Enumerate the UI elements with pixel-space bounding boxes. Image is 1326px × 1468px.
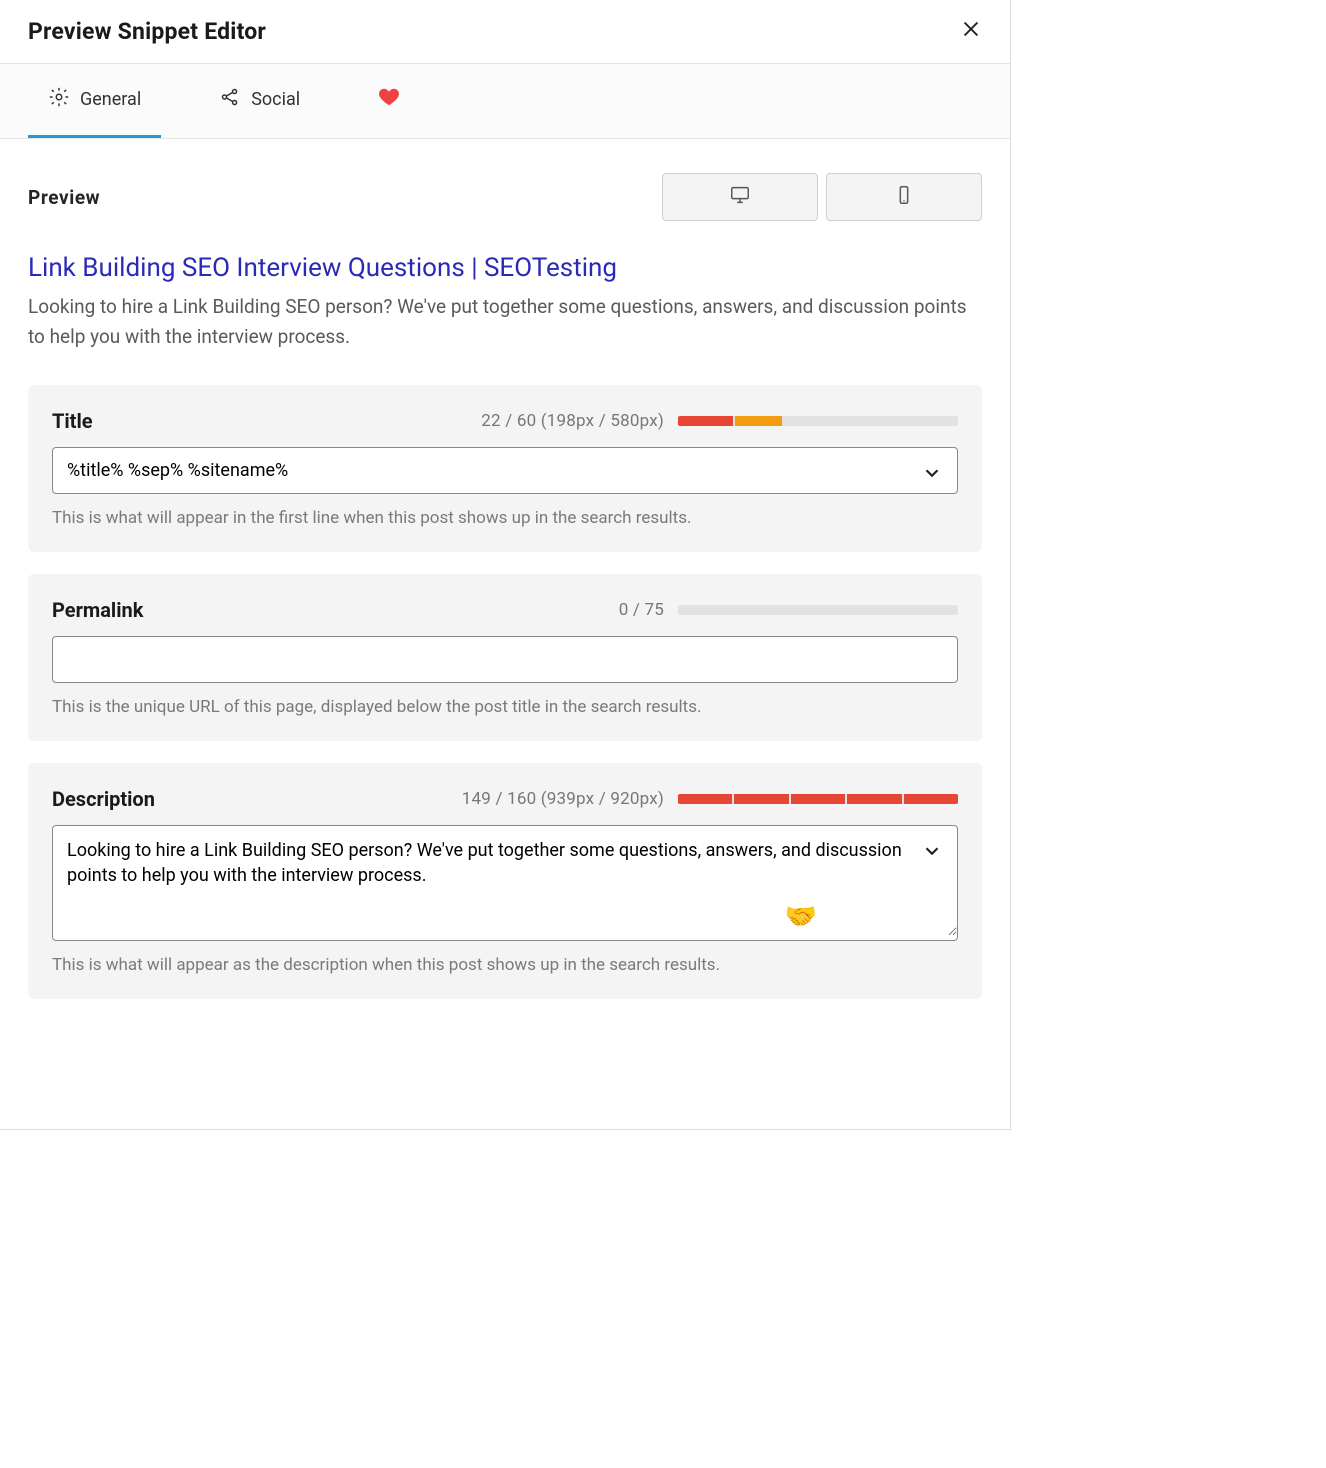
- chevron-down-icon[interactable]: [921, 840, 943, 862]
- description-bar-seg: [904, 794, 958, 804]
- permalink-field-label: Permalink: [52, 598, 143, 622]
- permalink-counter: 0 / 75: [619, 600, 664, 620]
- share-icon: [219, 86, 241, 113]
- gear-icon: [48, 86, 70, 113]
- title-bar-orange: [735, 416, 782, 426]
- title-panel: Title 22 / 60 (198px / 580px) This is wh…: [28, 385, 982, 552]
- tab-social[interactable]: Social: [199, 64, 320, 138]
- description-bar-seg: [791, 794, 845, 804]
- chevron-down-icon[interactable]: [921, 462, 943, 484]
- description-counter: 149 / 160 (939px / 920px): [462, 789, 664, 809]
- description-help: This is what will appear as the descript…: [52, 955, 958, 975]
- title-progress-bar: [678, 416, 958, 426]
- description-progress-bar: [678, 794, 958, 804]
- desktop-icon: [729, 184, 751, 210]
- description-bar-seg: [734, 794, 788, 804]
- preview-title: Link Building SEO Interview Questions | …: [28, 251, 982, 286]
- description-bar-seg: [847, 794, 901, 804]
- permalink-bar-gray: [678, 605, 958, 615]
- title-bar-red: [678, 416, 733, 426]
- permalink-progress-bar: [678, 605, 958, 615]
- title-input[interactable]: [53, 448, 957, 493]
- permalink-input[interactable]: [53, 637, 957, 682]
- description-field-label: Description: [52, 787, 155, 811]
- permalink-panel: Permalink 0 / 75 This is the unique URL …: [28, 574, 982, 741]
- tabs: General Social: [0, 63, 1010, 139]
- description-panel: Description 149 / 160 (939px / 920px) 🤝 …: [28, 763, 982, 999]
- mobile-icon: [893, 184, 915, 210]
- title-counter: 22 / 60 (198px / 580px): [481, 411, 664, 431]
- tab-favorite[interactable]: [358, 64, 420, 138]
- title-bar-gray: [784, 416, 958, 426]
- tab-general-label: General: [80, 89, 141, 110]
- preview-label: Preview: [28, 186, 100, 209]
- description-bar-seg: [678, 794, 732, 804]
- preview-description: Looking to hire a Link Building SEO pers…: [28, 292, 982, 353]
- page-title: Preview Snippet Editor: [28, 18, 266, 45]
- title-help: This is what will appear in the first li…: [52, 508, 958, 528]
- heart-icon: [378, 86, 400, 113]
- close-icon[interactable]: [960, 18, 982, 45]
- description-input[interactable]: [53, 826, 957, 936]
- mobile-preview-button[interactable]: [826, 173, 982, 221]
- title-field-label: Title: [52, 409, 93, 433]
- tab-social-label: Social: [251, 89, 300, 110]
- tab-general[interactable]: General: [28, 64, 161, 138]
- header: Preview Snippet Editor: [0, 0, 1010, 63]
- desktop-preview-button[interactable]: [662, 173, 818, 221]
- permalink-help: This is the unique URL of this page, dis…: [52, 697, 958, 717]
